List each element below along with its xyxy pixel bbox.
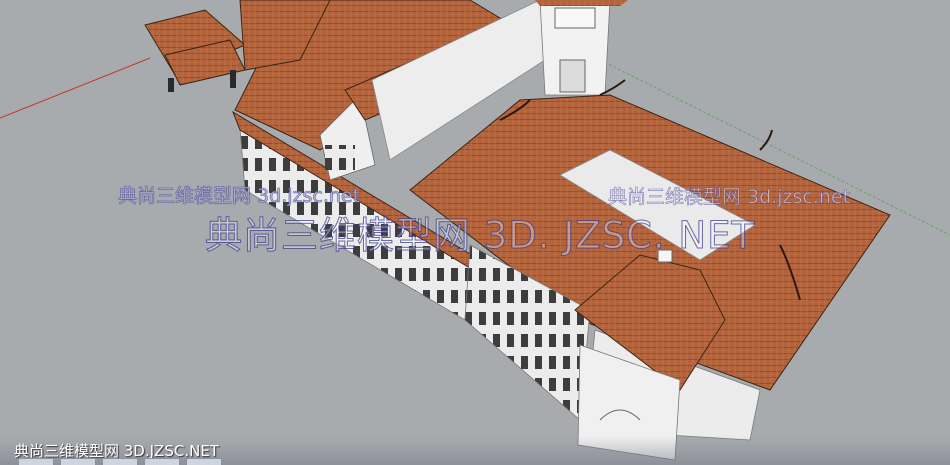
taskbar-button[interactable] bbox=[144, 458, 180, 465]
taskbar-button[interactable] bbox=[102, 458, 138, 465]
taskbar-button[interactable] bbox=[60, 458, 96, 465]
taskbar-button[interactable] bbox=[18, 458, 54, 465]
clock-tower bbox=[535, 0, 628, 96]
3d-viewport[interactable]: 典尚三维模型网 3d.jzsc.net 典尚三维模型网 3d.jzsc.net … bbox=[0, 0, 950, 465]
taskbar-button[interactable] bbox=[186, 458, 222, 465]
taskbar-strip bbox=[0, 458, 260, 465]
building-model-render bbox=[0, 0, 950, 461]
pavilion-small bbox=[144, 9, 246, 92]
red-axis-line bbox=[0, 57, 151, 119]
